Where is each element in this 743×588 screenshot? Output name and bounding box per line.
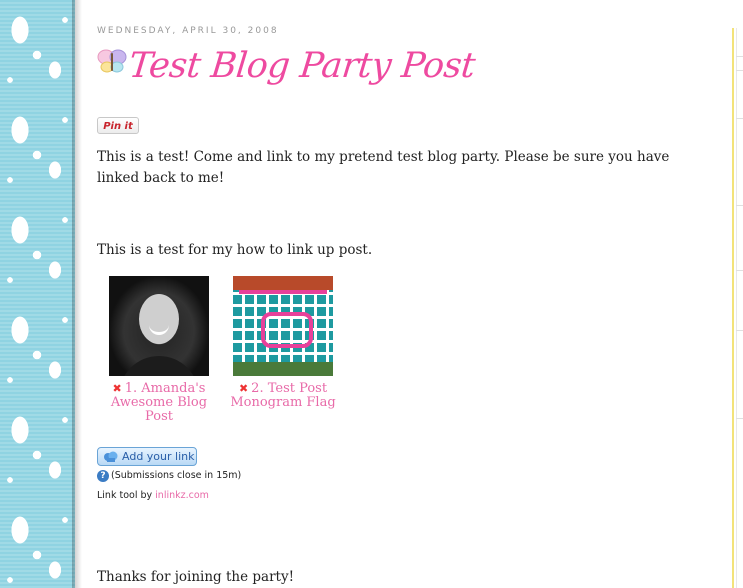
add-your-link-label[interactable]: Add your link: [122, 450, 194, 463]
flag-background-brick: [233, 276, 333, 290]
inlinkz-link[interactable]: inlinkz.com: [155, 490, 209, 501]
butterfly-icon: [97, 49, 127, 73]
link-tool-prefix: Link tool by: [97, 490, 156, 501]
add-link-icon: [104, 451, 118, 462]
post-paragraph: Thanks for joining the party!: [97, 569, 295, 585]
sidebar-divider: [736, 330, 743, 331]
background-pattern-left: [0, 0, 75, 588]
portrait-face: [139, 294, 179, 344]
content-shadow: [72, 0, 82, 588]
linkup-thumbnail[interactable]: [109, 276, 209, 376]
sidebar-divider: [736, 205, 743, 206]
sidebar-divider: [736, 270, 743, 271]
help-icon[interactable]: ?: [97, 469, 109, 482]
flag-background-grass: [233, 362, 333, 376]
linkup-item-number[interactable]: 2.: [251, 381, 263, 396]
post-title-wrap[interactable]: Test Blog Party Post: [97, 44, 497, 100]
linkup-item-label[interactable]: ✖ 1. Amanda's Awesome Blog Post: [103, 382, 215, 424]
post-title[interactable]: Test Blog Party Post: [127, 46, 477, 86]
linkup-item[interactable]: ✖ 2. Test Post Monogram Flag: [227, 276, 339, 410]
sidebar-divider: [736, 56, 743, 57]
sidebar-divider: [736, 418, 743, 419]
portrait-body: [119, 356, 199, 376]
linkup-item-label[interactable]: ✖ 2. Test Post Monogram Flag: [227, 382, 339, 410]
post-paragraph: This is a test! Come and link to my pret…: [97, 149, 670, 186]
add-your-link-button[interactable]: Add your link: [97, 447, 197, 466]
sidebar-divider: [736, 118, 743, 119]
submissions-status: ? (Submissions close in 15m): [97, 469, 241, 483]
sidebar-divider: [736, 70, 743, 71]
right-sidebar-box: [736, 28, 743, 588]
post-date: WEDNESDAY, APRIL 30, 2008: [97, 26, 279, 36]
pin-it-button[interactable]: Pin it: [97, 117, 139, 134]
linkup-item[interactable]: ✖ 1. Amanda's Awesome Blog Post: [103, 276, 215, 424]
post-paragraph: This is a test for my how to link up pos…: [97, 242, 373, 258]
delete-x-icon[interactable]: ✖: [239, 382, 248, 395]
linkup-thumbnail[interactable]: [233, 276, 333, 376]
monogram-frame: [261, 312, 313, 348]
linkup-item-number[interactable]: 1.: [125, 381, 137, 396]
delete-x-icon[interactable]: ✖: [113, 382, 122, 395]
submissions-text: (Submissions close in 15m): [111, 470, 242, 481]
link-tool-credit: Link tool by inlinkz.com: [97, 490, 209, 501]
flag-rod: [239, 290, 327, 294]
right-sidebar-border: [732, 28, 734, 588]
